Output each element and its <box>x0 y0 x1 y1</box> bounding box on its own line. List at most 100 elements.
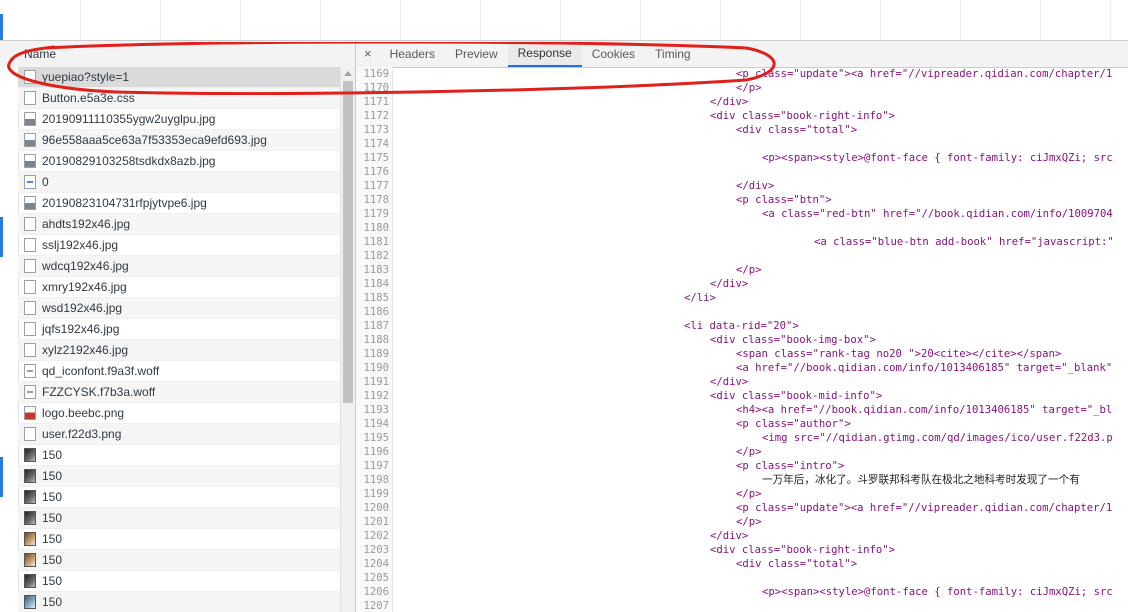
request-row[interactable]: jqfs192x46.jpg <box>18 319 340 340</box>
line-number: 1195 <box>363 432 389 444</box>
line-number: 1170 <box>363 82 389 94</box>
code-line: 1207 <box>356 599 1128 612</box>
request-row[interactable]: 20190823104731rfpjytvpe6.jpg <box>18 193 340 214</box>
line-number: 1198 <box>363 474 389 486</box>
request-row[interactable]: qd_iconfont.f9a3f.woff <box>18 361 340 382</box>
tab-response[interactable]: Response <box>507 41 582 67</box>
tab-timing[interactable]: Timing <box>645 41 701 67</box>
code-line: 1185 </li> <box>356 291 1128 305</box>
request-row[interactable]: 150 <box>18 487 340 508</box>
request-row[interactable]: 0 <box>18 172 340 193</box>
request-name: wdcq192x46.jpg <box>42 258 129 273</box>
line-number: 1192 <box>363 390 389 402</box>
thumbnail-blue-icon <box>24 595 36 609</box>
request-row[interactable]: 150 <box>18 529 340 550</box>
code-text: </p> <box>736 82 762 94</box>
scrollbar-thumb[interactable] <box>343 81 353 403</box>
tab-headers[interactable]: Headers <box>380 41 445 67</box>
thumbnail-icon <box>24 511 36 525</box>
response-source-view[interactable]: 1169 <p class="update"><a href="//vipread… <box>356 67 1128 612</box>
code-line: 1173 <div class="total"> <box>356 123 1128 137</box>
image-icon <box>24 133 36 147</box>
request-row[interactable]: 150 <box>18 550 340 571</box>
line-number: 1183 <box>363 264 389 276</box>
code-line: 1171 </div> <box>356 95 1128 109</box>
line-number: 1187 <box>363 320 389 332</box>
panel-header: Name × Headers Preview Response Cookies … <box>0 41 1128 68</box>
request-row[interactable]: 96e558aaa5ce63a7f53353eca9efd693.jpg <box>18 130 340 151</box>
request-name: 150 <box>42 552 63 567</box>
request-name: 150 <box>42 510 63 525</box>
line-number: 1178 <box>363 194 389 206</box>
timeline-gridline <box>1040 0 1041 40</box>
request-row[interactable]: xmry192x46.jpg <box>18 277 340 298</box>
code-line: 1184 </div> <box>356 277 1128 291</box>
request-row[interactable]: 150 <box>18 445 340 466</box>
code-text: <div class="book-right-info"> <box>710 544 895 556</box>
code-text: </p> <box>736 446 762 458</box>
tab-preview[interactable]: Preview <box>445 41 508 67</box>
thumbnail-brown-icon <box>24 553 36 567</box>
document-icon <box>24 238 36 252</box>
code-text: </div> <box>710 278 749 290</box>
code-text: <h4><a href="//book.qidian.com/info/1013… <box>736 404 1113 416</box>
request-row[interactable]: wdcq192x46.jpg <box>18 256 340 277</box>
code-line: 1204 <div class="total"> <box>356 557 1128 571</box>
request-row[interactable]: logo.beebc.png <box>18 403 340 424</box>
scroll-up-arrow-icon[interactable] <box>344 71 352 76</box>
code-text: <p class="update"><a href="//vipreader.q… <box>736 502 1113 514</box>
line-number: 1177 <box>363 180 389 192</box>
request-row[interactable]: 20190911110355ygw2uyglpu.jpg <box>18 109 340 130</box>
code-line: 1170 </p> <box>356 81 1128 95</box>
document-icon <box>24 301 36 315</box>
code-line: 1191 </div> <box>356 375 1128 389</box>
code-text: <div class="total"> <box>736 558 858 570</box>
request-name: 20190823104731rfpjytvpe6.jpg <box>42 195 207 210</box>
code-line: 1182 <box>356 249 1128 263</box>
request-name: FZZCYSK.f7b3a.woff <box>42 384 156 399</box>
code-line: 1194 <p class="author"> <box>356 417 1128 431</box>
request-row[interactable]: ahdts192x46.jpg <box>18 214 340 235</box>
request-row[interactable]: xylz2192x46.jpg <box>18 340 340 361</box>
document-icon <box>24 322 36 336</box>
request-row[interactable]: FZZCYSK.f7b3a.woff <box>18 382 340 403</box>
code-text: <p class="update"><a href="//vipreader.q… <box>736 68 1113 80</box>
tab-cookies[interactable]: Cookies <box>582 41 645 67</box>
timeline-gridline <box>560 0 561 40</box>
thumbnail-icon <box>24 490 36 504</box>
gutter-marker <box>0 217 3 257</box>
code-line: 1200 <p class="update"><a href="//vipread… <box>356 501 1128 515</box>
request-row[interactable]: 150 <box>18 571 340 592</box>
request-row[interactable]: sslj192x46.jpg <box>18 235 340 256</box>
request-name: 96e558aaa5ce63a7f53353eca9efd693.jpg <box>42 132 267 147</box>
line-number: 1174 <box>363 138 389 150</box>
request-name: ahdts192x46.jpg <box>42 216 131 231</box>
request-row[interactable]: 150 <box>18 466 340 487</box>
request-name: 150 <box>42 468 63 483</box>
request-list-scrollbar[interactable] <box>340 67 355 612</box>
request-name: user.f22d3.png <box>42 426 122 441</box>
close-icon[interactable]: × <box>356 41 380 67</box>
request-row[interactable]: 150 <box>18 508 340 529</box>
request-row[interactable]: yuepiao?style=1 <box>18 67 340 88</box>
code-line: 1195 <img src="//qidian.gtimg.com/qd/imag… <box>356 431 1128 445</box>
request-name: logo.beebc.png <box>42 405 125 420</box>
line-number: 1171 <box>363 96 389 108</box>
line-number: 1199 <box>363 488 389 500</box>
code-text: </p> <box>736 264 762 276</box>
request-row[interactable]: wsd192x46.jpg <box>18 298 340 319</box>
request-row[interactable]: 150 <box>18 592 340 612</box>
name-column-header[interactable]: Name <box>18 41 355 67</box>
document-icon <box>24 217 36 231</box>
thumbnail-icon <box>24 469 36 483</box>
request-name: qd_iconfont.f9a3f.woff <box>42 363 160 378</box>
code-text: </li> <box>684 292 716 304</box>
request-name: xylz2192x46.jpg <box>42 342 129 357</box>
line-number: 1203 <box>363 544 389 556</box>
request-row[interactable]: Button.e5a3e.css <box>18 88 340 109</box>
thumbnail-brown-icon <box>24 532 36 546</box>
code-text: <div class="book-right-info"> <box>710 110 895 122</box>
line-number: 1185 <box>363 292 389 304</box>
request-row[interactable]: 20190829103258tsdkdx8azb.jpg <box>18 151 340 172</box>
request-row[interactable]: user.f22d3.png <box>18 424 340 445</box>
